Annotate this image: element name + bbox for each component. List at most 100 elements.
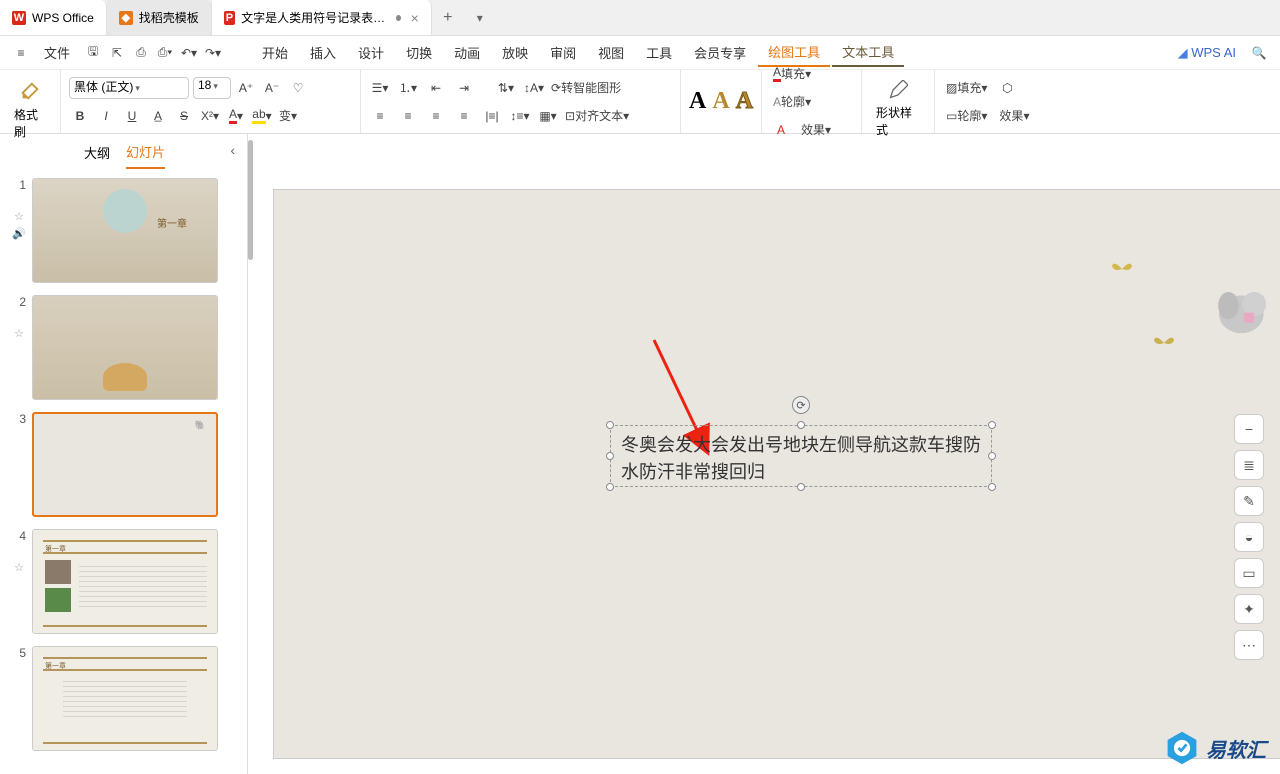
superscript-icon[interactable]: X²▾ bbox=[199, 105, 221, 127]
tab-templates[interactable]: ◆ 找稻壳模板 bbox=[107, 0, 212, 35]
shape-3d-button[interactable]: ⬡ bbox=[996, 77, 1018, 99]
canvas-area[interactable]: ⟳ 冬奥会发大会发出号地块左侧导航这款车搜防水防汗非常搜回归 − ≣ ✎ ◒ ▭… bbox=[248, 134, 1280, 774]
menu-slideshow[interactable]: 放映 bbox=[492, 39, 538, 66]
hamburger-icon[interactable]: ≡ bbox=[10, 42, 32, 64]
thumb-row[interactable]: 5 第一章 bbox=[12, 646, 235, 751]
text-direction-icon[interactable]: ⇅▾ bbox=[495, 77, 517, 99]
tab-wps-office[interactable]: W WPS Office bbox=[0, 0, 107, 35]
zoom-out-button[interactable]: − bbox=[1234, 414, 1264, 444]
search-icon[interactable]: 🔍 bbox=[1248, 42, 1270, 64]
export-icon[interactable]: ⇱ bbox=[106, 42, 128, 64]
align-right-icon[interactable]: ≡ bbox=[425, 105, 447, 127]
resize-handle[interactable] bbox=[988, 452, 996, 460]
menu-transition[interactable]: 切换 bbox=[396, 39, 442, 66]
shape-style-button[interactable]: 形状样式 bbox=[870, 76, 926, 142]
slide-thumbnail-1[interactable]: 第一章 bbox=[32, 178, 218, 283]
text-outline-button[interactable]: A 轮廓▾ bbox=[770, 91, 814, 113]
text-fill-button[interactable]: A 填充▾ bbox=[770, 63, 814, 85]
text-effect-icon[interactable]: A̲ bbox=[147, 105, 169, 127]
menu-animation[interactable]: 动画 bbox=[444, 39, 490, 66]
resize-handle[interactable] bbox=[606, 421, 614, 429]
menu-review[interactable]: 审阅 bbox=[540, 39, 586, 66]
resize-handle[interactable] bbox=[606, 483, 614, 491]
shape-outline-button[interactable]: ▭ 轮廓▾ bbox=[943, 105, 990, 127]
presentation-icon: P bbox=[224, 11, 235, 25]
slide-thumbnail-5[interactable]: 第一章 bbox=[32, 646, 218, 751]
magic-button[interactable]: ✦ bbox=[1234, 594, 1264, 624]
bold-icon[interactable]: B bbox=[69, 105, 91, 127]
tab-outline[interactable]: 大纲 bbox=[84, 137, 110, 168]
smart-shape-button[interactable]: ⟳ 转智能图形 bbox=[551, 77, 621, 99]
shape-fill-button[interactable]: ▨ 填充▾ bbox=[943, 77, 990, 99]
font-color-icon[interactable]: A▾ bbox=[225, 105, 247, 127]
menu-start[interactable]: 开始 bbox=[252, 39, 298, 66]
distribute-h-icon[interactable]: |≡| bbox=[481, 105, 503, 127]
menu-insert[interactable]: 插入 bbox=[300, 39, 346, 66]
screen-button[interactable]: ▭ bbox=[1234, 558, 1264, 588]
rotate-handle[interactable]: ⟳ bbox=[792, 396, 810, 414]
resize-handle[interactable] bbox=[988, 483, 996, 491]
align-center-icon[interactable]: ≡ bbox=[397, 105, 419, 127]
slide-thumbnail-4[interactable]: 第一章 bbox=[32, 529, 218, 634]
add-tab-button[interactable]: + bbox=[432, 0, 464, 35]
tab-slides[interactable]: 幻灯片 bbox=[126, 136, 165, 169]
font-size-select[interactable]: 18▾ bbox=[193, 77, 231, 99]
resize-handle[interactable] bbox=[797, 483, 805, 491]
menu-view[interactable]: 视图 bbox=[588, 39, 634, 66]
collapse-panel-icon[interactable]: ‹ bbox=[230, 142, 235, 158]
italic-icon[interactable]: I bbox=[95, 105, 117, 127]
numbering-icon[interactable]: ⒈▾ bbox=[397, 77, 419, 99]
line-spacing-icon[interactable]: ↕≡▾ bbox=[509, 105, 531, 127]
menu-text-tools[interactable]: 文本工具 bbox=[832, 38, 904, 67]
resize-handle[interactable] bbox=[988, 421, 996, 429]
wordart-style-3[interactable]: A bbox=[736, 88, 753, 115]
shape-effect-button[interactable]: 效果▾ bbox=[996, 105, 1032, 127]
menu-design[interactable]: 设计 bbox=[348, 39, 394, 66]
layers-button[interactable]: ≣ bbox=[1234, 450, 1264, 480]
menu-tools[interactable]: 工具 bbox=[636, 39, 682, 66]
resize-handle[interactable] bbox=[606, 452, 614, 460]
paint-button[interactable]: ◒ bbox=[1234, 522, 1264, 552]
column-icon[interactable]: ▦▾ bbox=[537, 105, 559, 127]
wps-ai-button[interactable]: ◢ WPS AI bbox=[1168, 41, 1246, 65]
tab-document[interactable]: P 文字是人类用符号记录表达信息以 × bbox=[212, 0, 432, 35]
thumb-row[interactable]: 2 ☆ bbox=[12, 295, 235, 400]
canvas-scrollbar[interactable] bbox=[248, 140, 253, 260]
menu-member[interactable]: 会员专享 bbox=[684, 39, 756, 66]
thumb-row[interactable]: 3 🐘 bbox=[12, 412, 235, 517]
highlight-icon[interactable]: ab▾ bbox=[251, 105, 273, 127]
tab-menu-button[interactable]: ▾ bbox=[464, 0, 496, 35]
slide-canvas[interactable]: ⟳ 冬奥会发大会发出号地块左侧导航这款车搜防水防汗非常搜回归 bbox=[273, 189, 1280, 759]
increase-indent-icon[interactable]: ⇥ bbox=[453, 77, 475, 99]
thumb-row[interactable]: 4 ☆ 第一章 bbox=[12, 529, 235, 634]
wordart-style-2[interactable]: A bbox=[712, 88, 729, 115]
undo-icon[interactable]: ↶▾ bbox=[178, 42, 200, 64]
align-left-icon[interactable]: ≡ bbox=[369, 105, 391, 127]
pinyin-icon[interactable]: 变▾ bbox=[277, 105, 299, 127]
align-justify-icon[interactable]: ≡ bbox=[453, 105, 475, 127]
strikethrough-icon[interactable]: S bbox=[173, 105, 195, 127]
slide-thumbnail-3[interactable]: 🐘 bbox=[32, 412, 218, 517]
save-icon[interactable]: 🖫 bbox=[82, 42, 104, 64]
more-button[interactable]: ⋯ bbox=[1234, 630, 1264, 660]
text-box-selected[interactable]: ⟳ 冬奥会发大会发出号地块左侧导航这款车搜防水防汗非常搜回归 bbox=[610, 425, 992, 487]
slide-thumbnail-2[interactable] bbox=[32, 295, 218, 400]
decrease-indent-icon[interactable]: ⇤ bbox=[425, 77, 447, 99]
close-icon[interactable]: × bbox=[411, 10, 419, 26]
spacing-icon[interactable]: ↕A▾ bbox=[523, 77, 545, 99]
resize-handle[interactable] bbox=[797, 421, 805, 429]
wordart-style-1[interactable]: A bbox=[689, 88, 706, 115]
print-icon[interactable]: ⎙ bbox=[130, 42, 152, 64]
increase-font-icon[interactable]: A⁺ bbox=[235, 77, 257, 99]
font-family-select[interactable]: 黑体 (正文)▾ bbox=[69, 77, 189, 99]
redo-icon[interactable]: ↷▾ bbox=[202, 42, 224, 64]
bullets-icon[interactable]: ☰▾ bbox=[369, 77, 391, 99]
align-text-button[interactable]: ⊡ 对齐文本▾ bbox=[565, 105, 629, 127]
menu-file[interactable]: 文件 bbox=[34, 39, 80, 66]
favorite-font-icon[interactable]: ♡ bbox=[287, 77, 309, 99]
pen-button[interactable]: ✎ bbox=[1234, 486, 1264, 516]
decrease-font-icon[interactable]: A⁻ bbox=[261, 77, 283, 99]
print-preview-icon[interactable]: ⎙▾ bbox=[154, 42, 176, 64]
thumb-row[interactable]: 1 ☆🔊 第一章 bbox=[12, 178, 235, 283]
underline-icon[interactable]: U bbox=[121, 105, 143, 127]
